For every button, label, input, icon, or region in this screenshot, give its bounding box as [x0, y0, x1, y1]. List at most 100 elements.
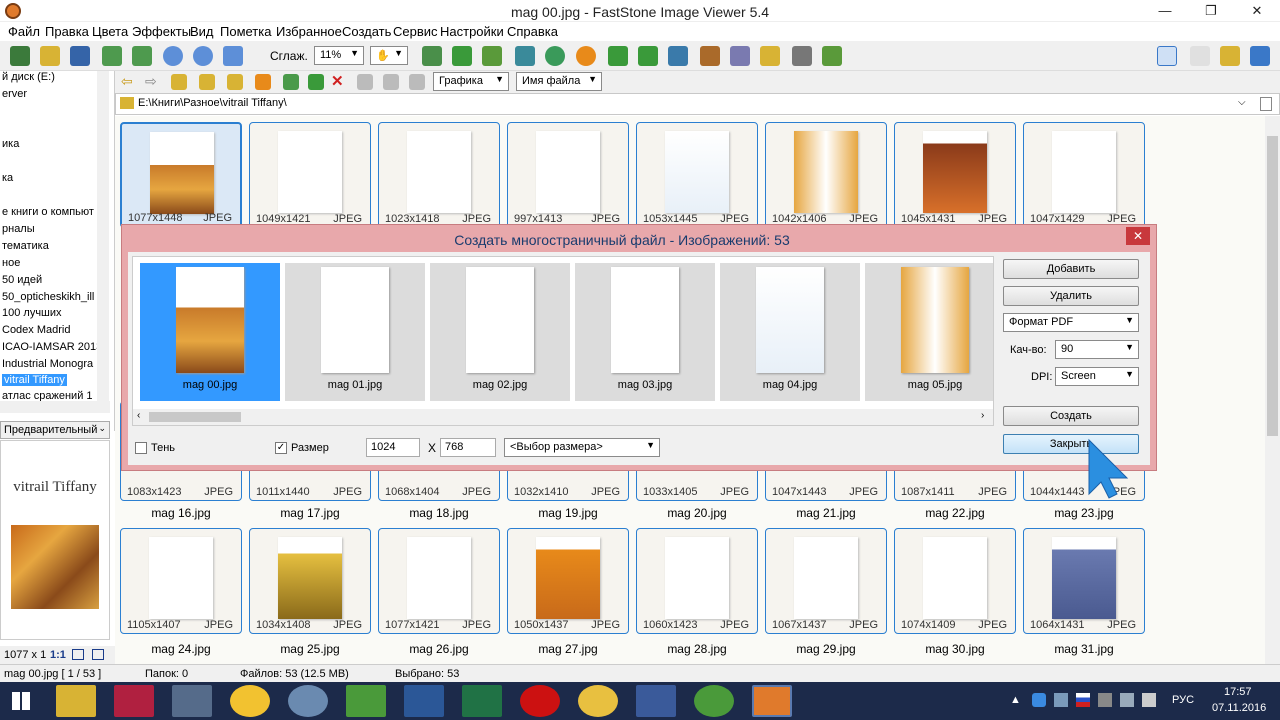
hand-tool-select[interactable]: ✋ ▼ — [370, 46, 408, 65]
export-icon[interactable] — [452, 46, 472, 66]
menu-help[interactable]: Справка — [507, 24, 558, 39]
thumbnail[interactable]: 1077x1421 JPEG — [378, 528, 500, 634]
windows-start-icon[interactable] — [12, 692, 30, 710]
up-folder-icon[interactable] — [171, 74, 187, 90]
height-input[interactable]: 768 — [440, 438, 496, 457]
format-select[interactable]: Формат PDF ▼ — [1003, 313, 1139, 332]
main-scrollbar[interactable] — [1265, 116, 1280, 664]
excel-icon[interactable] — [462, 685, 502, 717]
save-icon[interactable] — [70, 46, 90, 66]
tree-item[interactable]: Industrial Monogra — [2, 358, 93, 370]
strip-item[interactable]: mag 04.jpg — [720, 263, 860, 401]
layout2-icon[interactable] — [1190, 46, 1210, 66]
menu-file[interactable]: Файл — [8, 24, 40, 39]
strip-item[interactable]: mag 03.jpg — [575, 263, 715, 401]
sort-select[interactable]: Имя файла ▼ — [516, 72, 602, 91]
tray-expand-icon[interactable]: ▲ — [1010, 694, 1021, 706]
size-checkbox[interactable]: ✓ — [275, 442, 287, 454]
ratio-button[interactable]: 1:1 — [50, 649, 66, 661]
tree-item[interactable]: ка — [2, 172, 13, 184]
zoom-out-icon[interactable] — [193, 46, 213, 66]
thumbnail[interactable]: 1064x1431 JPEG — [1023, 528, 1145, 634]
width-input[interactable]: 1024 — [366, 438, 420, 457]
zoom-select[interactable]: 11% ▼ — [314, 46, 364, 65]
thumbnail[interactable]: 1050x1437 JPEG — [507, 528, 629, 634]
opera-icon[interactable] — [520, 685, 560, 717]
new-folder-icon[interactable] — [227, 74, 243, 90]
language-indicator[interactable]: РУС — [1172, 694, 1194, 706]
remove-button[interactable]: Удалить — [1003, 286, 1139, 306]
notepad-icon[interactable] — [346, 685, 386, 717]
tree-item-selected[interactable]: vitrail Tiffany — [2, 374, 67, 386]
draw-icon[interactable] — [730, 46, 750, 66]
slideshow-icon[interactable] — [422, 46, 442, 66]
menu-edit[interactable]: Правка — [45, 24, 89, 39]
refresh-icon[interactable] — [308, 74, 324, 90]
thumbnail[interactable]: 1053x1445 JPEG — [636, 122, 758, 228]
menu-service[interactable]: Сервис — [393, 24, 438, 39]
volume-icon[interactable] — [1142, 693, 1156, 707]
chrome-icon[interactable] — [578, 685, 618, 717]
clock-date[interactable]: 07.11.2016 — [1212, 702, 1266, 714]
layout3-icon[interactable] — [1220, 46, 1240, 66]
tree-item[interactable]: erver — [2, 88, 27, 100]
strip-item[interactable]: mag 01.jpg — [285, 263, 425, 401]
open-folder-icon[interactable] — [40, 46, 60, 66]
layout1-icon[interactable] — [1157, 46, 1177, 66]
battery-icon[interactable] — [1098, 693, 1112, 707]
strip-scroll-thumb[interactable] — [149, 412, 241, 422]
fit-icon[interactable] — [72, 649, 84, 660]
strip-item[interactable]: mag 00.jpg — [140, 263, 280, 401]
quality-select[interactable]: 90 ▼ — [1055, 340, 1139, 359]
thumbnail[interactable]: 1034x1408 JPEG — [249, 528, 371, 634]
properties-icon[interactable] — [822, 46, 842, 66]
save-disk-icon[interactable] — [636, 685, 676, 717]
archicad-icon[interactable] — [230, 685, 270, 717]
rotate-right-icon[interactable] — [638, 46, 658, 66]
delete-icon[interactable]: ✕ — [331, 72, 344, 90]
trash-icon[interactable] — [1260, 97, 1272, 111]
add-button[interactable]: Добавить — [1003, 259, 1139, 279]
list-icon[interactable] — [383, 74, 399, 90]
strip-item[interactable]: mag 02.jpg — [430, 263, 570, 401]
back-icon[interactable]: ⇦ — [121, 73, 133, 90]
dialog-close-button[interactable]: ✕ — [1126, 227, 1150, 245]
network-icon[interactable] — [288, 685, 328, 717]
tray-app-icon[interactable] — [1032, 693, 1046, 707]
tree-item[interactable]: ика — [2, 138, 19, 150]
utorrent-icon[interactable] — [694, 685, 734, 717]
thumbnail[interactable]: 997x1413 JPEG — [507, 122, 629, 228]
shadow-checkbox[interactable] — [135, 442, 147, 454]
thumbnail[interactable]: 1105x1407 JPEG — [120, 528, 242, 634]
tree-item[interactable]: 100 лучших — [2, 307, 62, 319]
browse-icon[interactable] — [10, 46, 30, 66]
menu-effects[interactable]: Эффекты — [132, 24, 191, 39]
tree-item[interactable]: ICAO-IAMSAR 2013 — [2, 341, 102, 353]
faststone-icon[interactable] — [752, 685, 792, 717]
details-icon[interactable] — [409, 74, 425, 90]
thumbnail[interactable]: 1074x1409 JPEG — [894, 528, 1016, 634]
print-icon[interactable] — [792, 46, 812, 66]
wifi-icon[interactable] — [1120, 693, 1134, 707]
thumbnail[interactable]: 1060x1423 JPEG — [636, 528, 758, 634]
maximize-button[interactable]: ❐ — [1188, 0, 1234, 22]
filter-select[interactable]: Графика ▼ — [433, 72, 509, 91]
clock-time[interactable]: 17:57 — [1224, 686, 1252, 698]
menu-view[interactable]: Вид — [190, 24, 214, 39]
fit-icon[interactable] — [223, 46, 243, 66]
crop-icon[interactable] — [515, 46, 535, 66]
russia-flag-icon[interactable] — [1076, 693, 1090, 707]
resize-icon[interactable] — [482, 46, 502, 66]
favorites-folder-icon[interactable] — [199, 74, 215, 90]
thumbnail[interactable]: 1077x1448 JPEG — [120, 122, 242, 228]
paint-icon[interactable] — [172, 685, 212, 717]
menu-settings[interactable]: Настройки — [440, 24, 504, 39]
tree-item[interactable]: 50_opticheskikh_ill — [2, 291, 94, 303]
tree-item[interactable]: рналы — [2, 223, 35, 235]
tree-item[interactable]: тематика — [2, 240, 49, 252]
tree-item[interactable]: ное — [2, 257, 20, 269]
word-icon[interactable] — [404, 685, 444, 717]
strip-scrollbar[interactable]: ‹ › — [133, 409, 993, 425]
email-icon[interactable] — [760, 46, 780, 66]
tree-item[interactable]: й диск (E:) — [2, 71, 55, 83]
